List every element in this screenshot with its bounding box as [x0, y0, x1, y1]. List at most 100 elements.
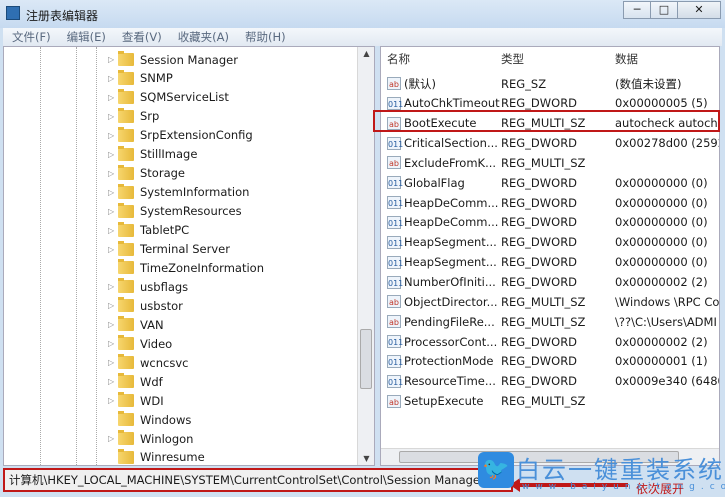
tree-node-label: SrpExtensionConfig — [140, 128, 253, 143]
maximize-button[interactable]: □ — [650, 1, 678, 19]
expand-arrow-icon[interactable]: ▷ — [108, 245, 118, 254]
tree-node-label: usbstor — [140, 298, 183, 313]
tree-node[interactable]: ▷ SystemInformation — [108, 183, 249, 202]
tree-node[interactable]: ▷ Terminal Server — [108, 240, 230, 259]
list-row[interactable]: 011 HeapSegment... REG_DWORD 0x00000000 (0) — [381, 253, 719, 272]
column-name-header[interactable]: 名称 — [387, 51, 410, 67]
menu-edit[interactable]: 编辑(E) — [58, 29, 113, 45]
list-row[interactable]: 011 ProcessorCont... REG_DWORD 0x00000002 (… — [381, 332, 719, 351]
menu-help[interactable]: 帮助(H) — [236, 29, 293, 45]
menu-file[interactable]: 文件(F) — [3, 29, 58, 45]
tree-node[interactable]: ▷ wcncsvc — [108, 353, 188, 372]
value-type: REG_DWORD — [501, 96, 578, 111]
list-row[interactable]: 011 ProtectionMode REG_DWORD 0x00000001 (1) — [381, 352, 719, 371]
folder-icon — [118, 145, 134, 161]
value-data: \??\C:\Users\ADMI — [615, 314, 717, 329]
menu-view[interactable]: 查看(V) — [113, 29, 169, 45]
list-row[interactable]: 011 NumberOfIniti... REG_DWORD 0x00000002 (… — [381, 273, 719, 292]
expand-arrow-icon[interactable]: ▷ — [108, 339, 118, 348]
expand-arrow-icon[interactable]: ▷ — [108, 112, 118, 121]
scroll-up-icon[interactable]: ▲ — [358, 49, 374, 58]
expand-arrow-icon[interactable]: ▷ — [108, 377, 118, 386]
value-data: 0x00000000 (0) — [615, 255, 708, 270]
tree-node[interactable]: ▷ Winlogon — [108, 429, 193, 448]
expand-arrow-icon[interactable]: ▷ — [108, 226, 118, 235]
value-type: REG_DWORD — [501, 215, 578, 230]
binary-value-icon: 011 — [387, 354, 403, 368]
scroll-down-icon[interactable]: ▼ — [358, 454, 374, 463]
value-type: REG_MULTI_SZ — [501, 294, 586, 309]
string-value-icon: ab — [387, 295, 401, 309]
expand-arrow-icon[interactable]: ▷ — [108, 358, 118, 367]
tree-node[interactable]: ▷ VAN — [108, 315, 164, 334]
value-type: REG_MULTI_SZ — [501, 314, 586, 329]
value-type: REG_DWORD — [501, 334, 578, 349]
list-row[interactable]: ab SetupExecute REG_MULTI_SZ — [381, 392, 719, 411]
folder-icon — [118, 51, 134, 66]
list-row[interactable]: 011 CriticalSection... REG_DWORD 0x00278d00… — [381, 134, 719, 153]
folder-icon — [118, 221, 134, 237]
list-row[interactable]: 011 GlobalFlag REG_DWORD 0x00000000 (0) — [381, 173, 719, 192]
expand-arrow-icon[interactable]: ▷ — [108, 282, 118, 291]
tree-node[interactable]: ▷ SystemResources — [108, 202, 242, 221]
column-data-header[interactable]: 数据 — [615, 51, 638, 67]
close-button[interactable]: ✕ — [677, 1, 721, 19]
expand-arrow-icon[interactable]: ▷ — [108, 301, 118, 310]
tree-node[interactable]: Winresume — [108, 448, 205, 465]
tree-node[interactable]: ▷ Video — [108, 334, 172, 353]
value-type: REG_DWORD — [501, 136, 578, 151]
scrollbar-thumb[interactable] — [360, 329, 372, 389]
list-row[interactable]: ab PendingFileRe... REG_MULTI_SZ \??\C:\Use… — [381, 312, 719, 331]
tree-node[interactable]: Windows — [108, 410, 191, 429]
tree-node[interactable]: ▷ WDI — [108, 391, 164, 410]
value-type: REG_DWORD — [501, 175, 578, 190]
value-name: HeapSegment... — [404, 235, 497, 250]
expand-arrow-icon[interactable]: ▷ — [108, 207, 118, 216]
tree-node[interactable]: ▷ usbstor — [108, 296, 183, 315]
value-type: REG_DWORD — [501, 195, 578, 210]
expand-arrow-icon[interactable]: ▷ — [108, 434, 118, 443]
value-data: 0x0009e340 (64800 — [615, 374, 719, 389]
binary-value-icon: 011 — [387, 136, 403, 150]
expand-arrow-icon[interactable]: ▷ — [108, 169, 118, 178]
tree-node[interactable]: ▷ Srp — [108, 107, 159, 126]
binary-value-icon: 011 — [387, 374, 403, 388]
tree-node-label: Wdf — [140, 374, 163, 389]
list-row[interactable]: 011 ResourceTime... REG_DWORD 0x0009e340 (6… — [381, 372, 719, 391]
tree-node[interactable]: ▷ Storage — [108, 164, 185, 183]
value-data: 0x00000000 (0) — [615, 235, 708, 250]
list-row[interactable]: ab (默认) REG_SZ (数值未设置) — [381, 74, 719, 93]
expand-arrow-icon[interactable]: ▷ — [108, 74, 118, 83]
tree-node[interactable]: ▷ usbflags — [108, 277, 188, 296]
expand-arrow-icon[interactable]: ▷ — [108, 396, 118, 405]
expand-arrow-icon[interactable]: ▷ — [108, 188, 118, 197]
value-data: 0x00000000 (0) — [615, 215, 708, 230]
tree-node[interactable]: ▷ TabletPC — [108, 221, 189, 240]
list-row[interactable]: 011 HeapSegment... REG_DWORD 0x00000000 (0) — [381, 233, 719, 252]
tree-node[interactable]: ▷ Session Manager — [108, 50, 238, 69]
tree-node[interactable]: ▷ SrpExtensionConfig — [108, 126, 253, 145]
list-row[interactable]: 011 HeapDeComm... REG_DWORD 0x00000000 (0) — [381, 213, 719, 232]
tree-node[interactable]: ▷ SQMServiceList — [108, 88, 229, 107]
expand-arrow-icon[interactable]: ▷ — [108, 320, 118, 329]
expand-arrow-icon[interactable]: ▷ — [108, 131, 118, 140]
watermark-url: www.baiyunxitong.com — [522, 482, 725, 492]
column-type-header[interactable]: 类型 — [501, 51, 524, 67]
tree-node[interactable]: ▷ SNMP — [108, 69, 173, 88]
tree-node[interactable]: TimeZoneInformation — [108, 258, 264, 277]
list-row[interactable]: ab ExcludeFromK... REG_MULTI_SZ — [381, 153, 719, 172]
list-row[interactable]: ab ObjectDirector... REG_MULTI_SZ \Windows … — [381, 292, 719, 311]
value-data: 0x00278d00 (25920 — [615, 136, 719, 151]
menu-favorites[interactable]: 收藏夹(A) — [169, 29, 236, 45]
tree-node[interactable]: ▷ Wdf — [108, 372, 163, 391]
expand-arrow-icon[interactable]: ▷ — [108, 55, 118, 64]
expand-arrow-icon[interactable]: ▷ — [108, 93, 118, 102]
value-data: 0x00000001 (1) — [615, 354, 708, 369]
string-value-icon: ab — [387, 156, 401, 170]
tree-vertical-scrollbar[interactable]: ▲ ▼ — [357, 47, 374, 465]
list-row[interactable]: 011 HeapDeComm... REG_DWORD 0x00000000 (0) — [381, 193, 719, 212]
minimize-button[interactable]: ─ — [623, 1, 651, 19]
tree-node[interactable]: ▷ StillImage — [108, 145, 197, 164]
value-type: REG_DWORD — [501, 374, 578, 389]
expand-arrow-icon[interactable]: ▷ — [108, 150, 118, 159]
